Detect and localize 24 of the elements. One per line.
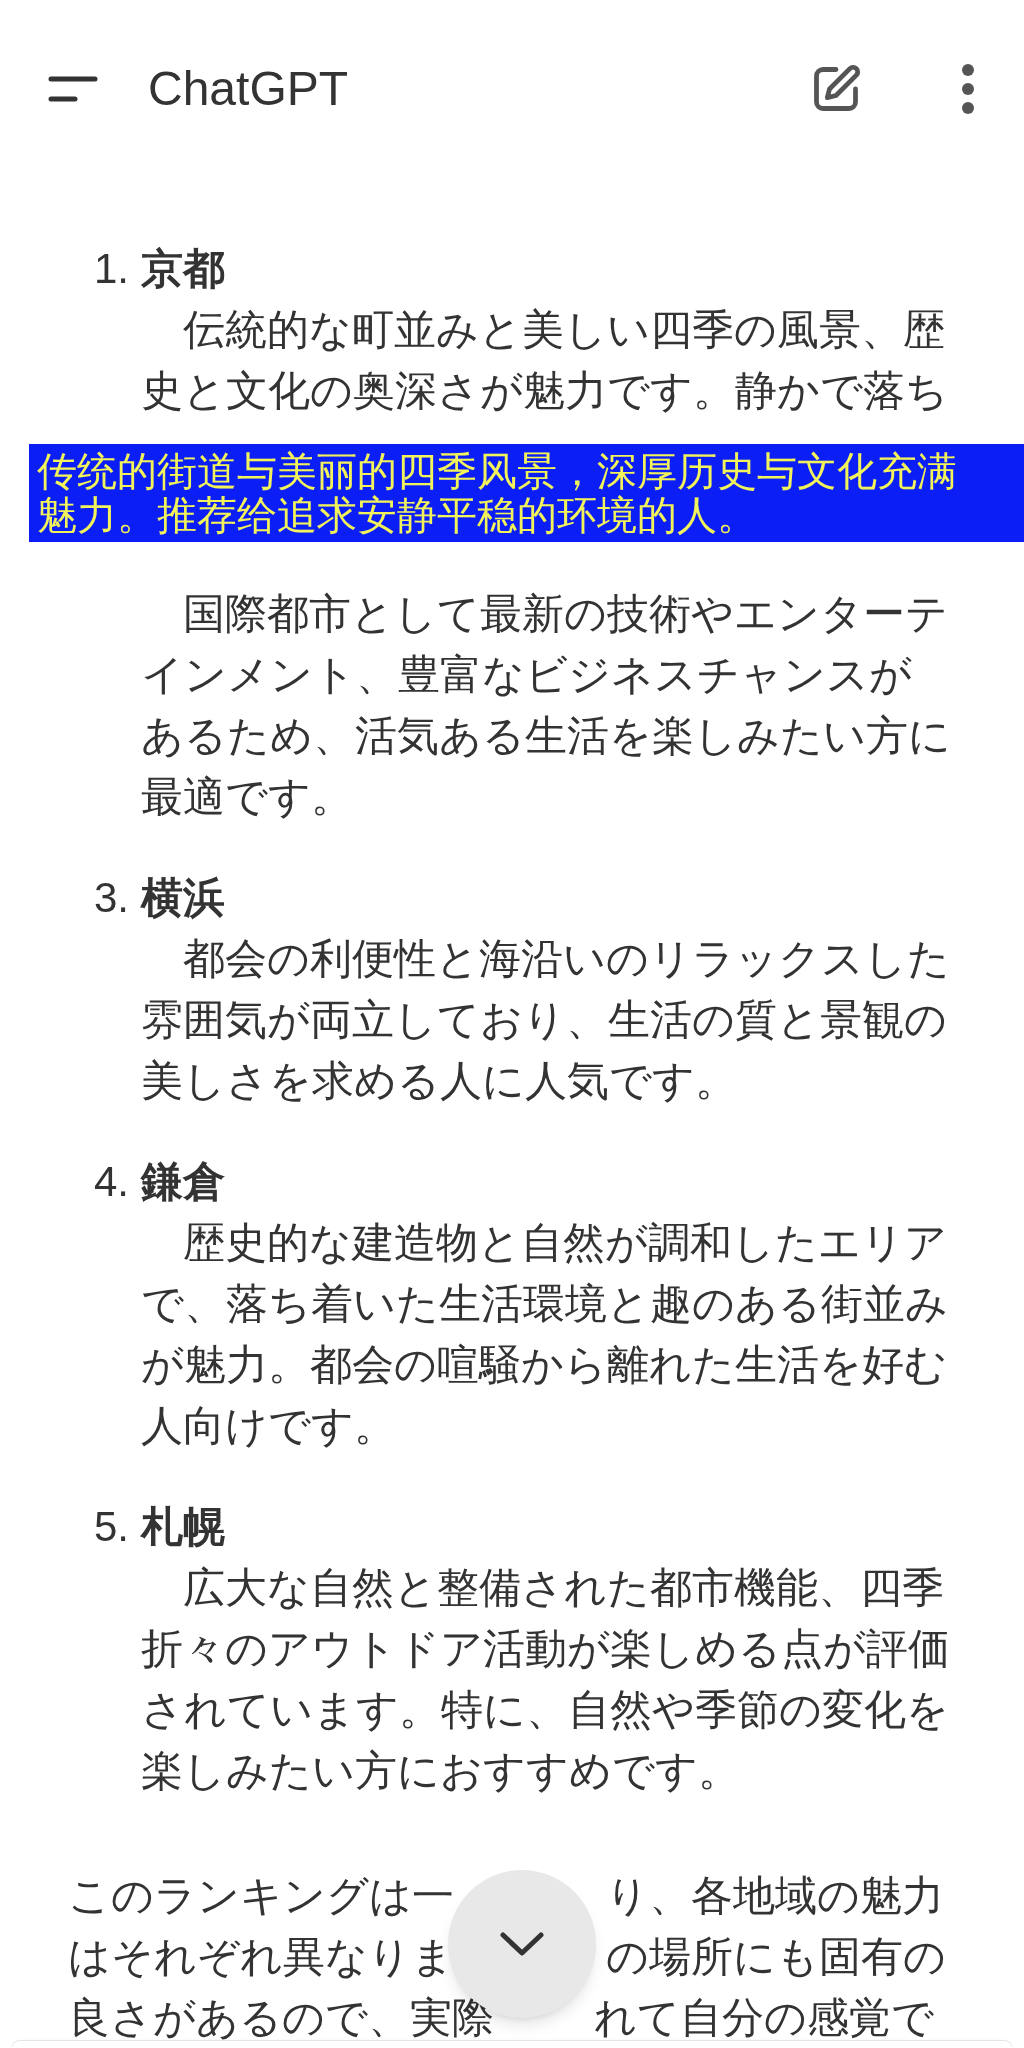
more-options-icon[interactable]: [960, 64, 976, 114]
list-number: 3.: [92, 873, 130, 923]
list-item-description: 広大な自然と整備された都市機能、四季折々のアウトドア活動が楽しめる点が評価されています。特に、自然や季節の変化を楽しみたい方におすすめです。: [141, 1563, 951, 1796]
chevron-down-icon: [499, 1931, 545, 1957]
list-item-description: 歴史的な建造物と自然が調和したエリアで、落ち着いた生活環境と趣のある街並みが魅力。都会の喧騒から離れた生活を好む人向けです。: [141, 1218, 949, 1451]
list-number: 1.: [92, 244, 130, 294]
closing-text: れて自分の感覚で: [594, 1993, 934, 2043]
closing-text: の場所にも固有の: [606, 1932, 946, 1982]
menu-icon[interactable]: [48, 74, 98, 104]
list-item-title: 鎌倉: [141, 1157, 225, 1207]
closing-text: このランキングは一: [68, 1871, 454, 1921]
list-number: 5.: [92, 1502, 130, 1552]
list-item-title: 横浜: [141, 873, 225, 923]
closing-text: はそれぞれ異なりま: [68, 1932, 454, 1982]
list-item-title: 札幌: [141, 1502, 225, 1552]
app-title: ChatGPT: [148, 61, 349, 117]
list-item-title: 京都: [141, 244, 225, 294]
closing-text: り、各地域の魅力: [606, 1871, 944, 1921]
list-number: 4.: [92, 1157, 130, 1207]
list-item-description: 国際都市として最新の技術やエンターテインメント、豊富なビジネスチャンスがあるため、活気ある生活を楽しみたい方に最適です。: [141, 589, 952, 822]
list-item-description: 伝統的な町並みと美しい四季の風景、歴史と文化の奥深さが魅力です。静かで落ち: [141, 305, 949, 416]
caption-line: 传统的街道与美丽的四季风景，深厚历史与文化充满: [37, 449, 958, 493]
list-item-description: 都会の利便性と海沿いのリラックスした雰囲気が両立しており、生活の質と景観の美しさを求める人に人気です。: [141, 934, 951, 1106]
caption-line: 魅力。推荐给追求安静平稳的环境的人。: [37, 493, 758, 537]
